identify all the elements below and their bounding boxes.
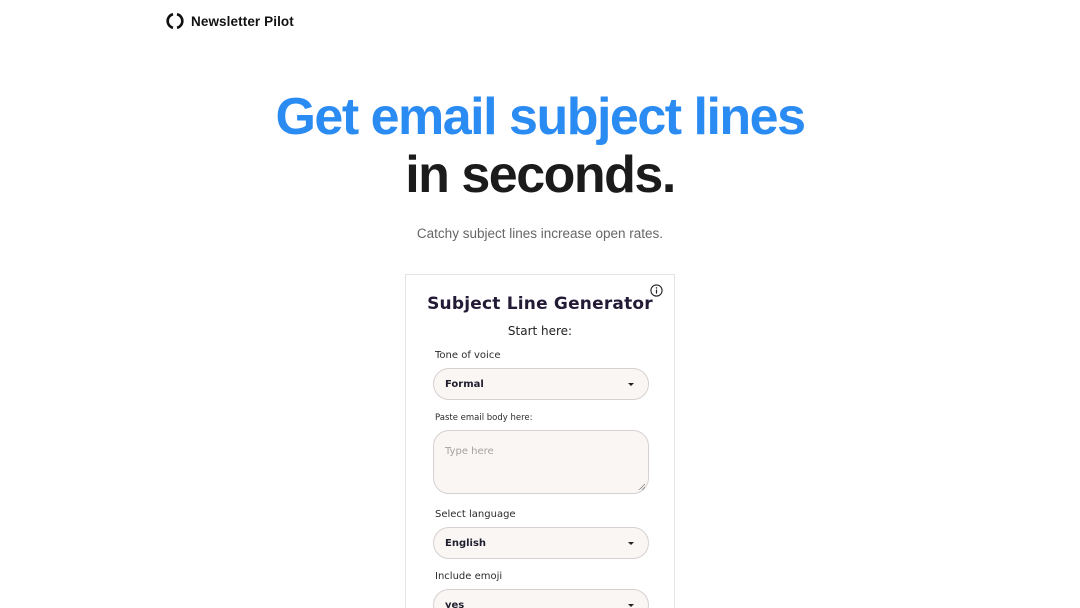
card-title: Subject Line Generator	[427, 294, 653, 314]
tone-label: Tone of voice	[435, 350, 501, 361]
emoji-select[interactable]: yes	[433, 589, 649, 608]
email-body-label: Paste email body here:	[435, 413, 533, 423]
language-select[interactable]: English	[433, 527, 649, 559]
tone-select[interactable]: Formal	[433, 368, 649, 400]
caret-down-icon	[628, 382, 634, 386]
email-body-textarea[interactable]: Type here	[433, 430, 649, 494]
hero-headline-line2: in seconds.	[405, 146, 676, 204]
resize-grip-icon[interactable]	[638, 483, 645, 490]
language-select-value: English	[445, 537, 487, 549]
caret-down-icon	[628, 603, 634, 607]
brand-name: Newsletter Pilot	[191, 13, 294, 29]
caret-down-icon	[628, 541, 634, 545]
hero-headline-line1: Get email subject lines	[275, 88, 806, 146]
emoji-label: Include emoji	[435, 571, 503, 582]
email-body-placeholder: Type here	[445, 446, 494, 457]
emoji-select-value: yes	[445, 599, 465, 608]
tone-select-value: Formal	[445, 378, 484, 390]
brand-link[interactable]: Newsletter Pilot	[166, 12, 294, 30]
language-label: Select language	[435, 509, 516, 520]
card-subtitle: Start here:	[507, 324, 573, 338]
generator-card: Subject Line Generator Start here: Tone …	[405, 274, 675, 608]
page: Newsletter Pilot Get email subject lines…	[0, 0, 1080, 608]
bracket-circle-icon	[166, 12, 184, 30]
hero-subtitle: Catchy subject lines increase open rates…	[416, 226, 664, 241]
